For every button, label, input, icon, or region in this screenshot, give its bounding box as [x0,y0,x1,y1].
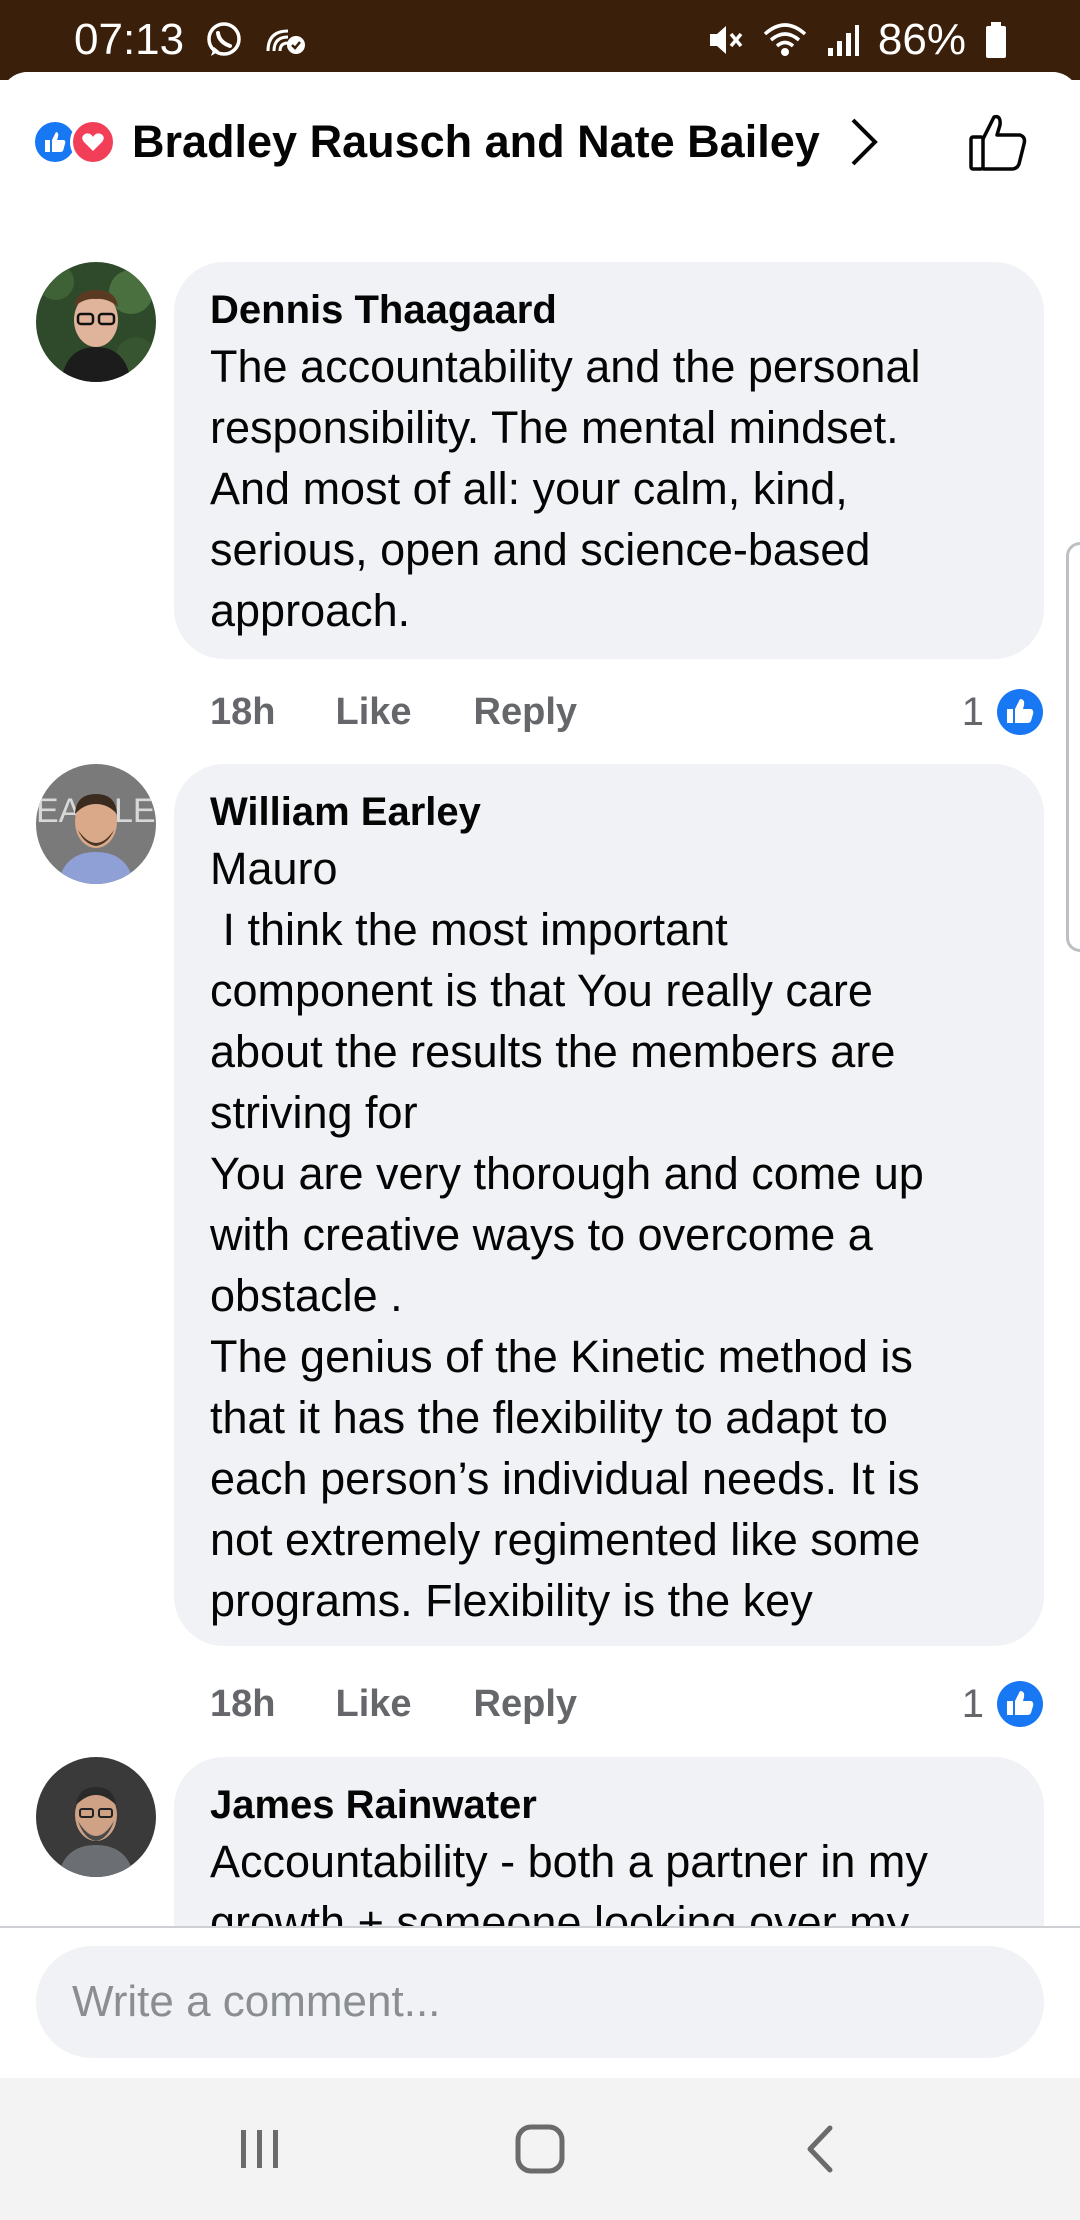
comment-author[interactable]: Dennis Thaagaard [210,284,1008,336]
reactors-title: Bradley Rausch and Nate Bailey [132,116,820,167]
reactions-header[interactable]: Bradley Rausch and Nate Bailey [0,72,1080,212]
avatar[interactable] [36,1757,156,1877]
battery-percent: 86% [877,15,966,64]
comment-list[interactable]: Dennis Thaagaard The accountability and … [0,212,1080,1926]
comment-input[interactable] [36,1946,1044,2058]
comment-bubble[interactable]: James Rainwater Accountability - both a … [174,1757,1044,1926]
comment-text: Mauro I think the most important compone… [210,843,924,1626]
comment-text: Accountability - both a partner in my gr… [210,1836,928,1926]
comment-actions: 18h Like Reply 1 [210,1674,1044,1734]
chevron-right-icon [848,116,880,168]
comment-author[interactable]: William Earley [210,786,1008,838]
status-bar: 07:13 86% [0,0,1080,80]
whatsapp-icon [204,20,244,60]
reaction-count[interactable]: 1 [962,1680,1044,1728]
like-button[interactable]: Like [335,691,411,734]
reply-button[interactable]: Reply [474,1683,577,1726]
avatar[interactable]: EA LE [36,764,156,884]
battery-icon [984,20,1008,60]
status-time: 07:13 [74,15,185,64]
back-icon[interactable] [760,2099,880,2199]
wifi-icon [762,20,808,60]
mute-icon [704,20,744,60]
reaction-count-value: 1 [961,689,984,734]
reaction-summary [32,119,116,165]
system-nav-bar [0,2078,1080,2220]
comment-bubble[interactable]: William Earley Mauro I think the most im… [174,764,1044,1646]
svg-text:EA: EA [36,792,82,830]
home-icon[interactable] [480,2099,600,2199]
comment-composer [0,1926,1080,2078]
like-reaction-icon [997,1681,1043,1727]
nfc-icon [264,25,306,55]
comment-text: The accountability and the personal resp… [210,341,921,636]
svg-text:LE: LE [114,792,156,830]
reaction-count[interactable]: 1 [962,688,1044,736]
comment-time: 18h [210,690,276,733]
recent-apps-icon[interactable] [200,2099,320,2199]
comment-actions: 18h Like Reply 1 [210,682,1044,742]
love-reaction-icon [70,119,116,165]
comments-sheet: Bradley Rausch and Nate Bailey Dennis Th… [0,72,1080,2078]
reaction-count-value: 1 [961,1681,984,1726]
signal-icon [826,22,860,58]
comment-time: 18h [210,1682,276,1725]
like-button[interactable]: Like [335,1683,411,1726]
comment-author[interactable]: James Rainwater [210,1779,1008,1831]
avatar[interactable] [36,262,156,382]
reply-button[interactable]: Reply [474,691,577,734]
comment-bubble[interactable]: Dennis Thaagaard The accountability and … [174,262,1044,659]
like-reaction-icon [997,689,1043,735]
like-outline-icon[interactable] [968,111,1030,173]
scrollbar[interactable] [1066,542,1080,952]
